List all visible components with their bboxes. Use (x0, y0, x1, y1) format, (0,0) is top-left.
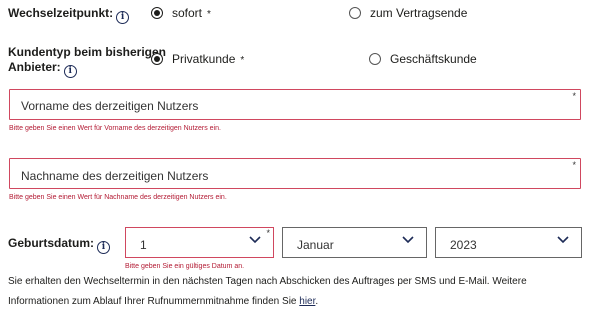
radio-privatkunde-label: Privatkunde * (172, 52, 245, 66)
info-link[interactable]: hier (299, 296, 315, 307)
required-mark: * (266, 228, 270, 238)
radio-geschaeftskunde[interactable] (369, 53, 381, 65)
radio-vertragsende[interactable] (349, 7, 361, 19)
last-name-placeholder: Nachname des derzeitigen Nutzers (21, 169, 209, 183)
info-icon[interactable]: i (63, 65, 77, 78)
radio-privatkunde[interactable] (151, 53, 163, 65)
switch-time-label: Wechselzeitpunkt: i (8, 6, 130, 24)
first-name-input[interactable]: Vorname des derzeitigen Nutzers * (9, 89, 581, 120)
radio-sofort-label: sofort * (172, 6, 211, 20)
required-mark: * (240, 55, 245, 66)
birthdate-year-select[interactable]: 2023 (435, 227, 582, 258)
required-mark: * (572, 160, 576, 170)
chevron-down-icon (249, 236, 261, 244)
switch-info-note: Sie erhalten den Wechseltermin in den nä… (8, 276, 527, 307)
birthdate-day-select[interactable]: 1 * (125, 227, 274, 258)
info-icon[interactable]: i (116, 11, 130, 24)
required-mark: * (207, 9, 211, 20)
required-mark: * (572, 91, 576, 101)
birthdate-label: Geburtsdatum: i (8, 236, 111, 254)
radio-geschaeftskunde-label: Geschäftskunde (390, 52, 477, 66)
radio-sofort[interactable] (151, 7, 163, 19)
info-icon[interactable]: i (97, 241, 111, 254)
first-name-placeholder: Vorname des derzeitigen Nutzers (21, 99, 199, 113)
customer-type-label: Kundentyp beim bisherigen Anbieter: i (8, 45, 167, 78)
last-name-input[interactable]: Nachname des derzeitigen Nutzers * (9, 158, 581, 189)
chevron-down-icon (402, 236, 414, 244)
birthdate-month-select[interactable]: Januar (282, 227, 427, 258)
last-name-error: Bitte geben Sie einen Wert für Nachname … (9, 194, 227, 201)
first-name-error: Bitte geben Sie einen Wert für Vorname d… (9, 125, 221, 132)
radio-vertragsende-label: zum Vertragsende (370, 6, 468, 20)
chevron-down-icon (557, 236, 569, 244)
birthdate-error: Bitte geben Sie ein gültiges Datum an. (125, 263, 245, 270)
